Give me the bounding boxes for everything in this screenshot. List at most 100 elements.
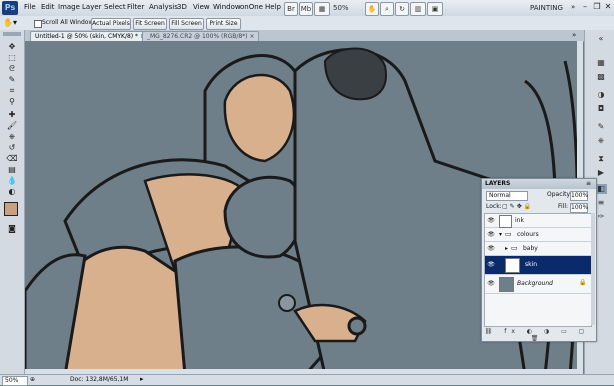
status-icon[interactable]: ⊕ [30,376,35,383]
quick-mask-icon[interactable]: ◙ [3,224,21,234]
marquee-tool-icon[interactable]: ⬚ [3,53,21,63]
menu-file[interactable]: File [24,3,36,11]
zoom-tool-icon[interactable]: ⌕ [380,2,394,16]
gradient-tool-icon[interactable]: ▤ [3,165,21,175]
menu-edit[interactable]: Edit [41,3,55,11]
tab-label: _MG_8276.CR2 @ 100% (RGB/8*) [147,33,248,40]
layer-list: 👁 ink 👁 ▾ ▭ colours 👁 ▸ ▭ baby 👁 skin 👁 … [484,213,592,327]
print-size-button[interactable]: Print Size [206,18,241,30]
view-extras-icon[interactable]: ▦ [314,2,330,16]
eyedropper-tool-icon[interactable]: ⚲ [3,97,21,107]
expand-arrow-icon[interactable]: ▾ [499,231,502,238]
menu-3d[interactable]: 3D [177,3,187,11]
restore-icon[interactable]: ❐ [592,2,602,12]
fit-screen-button[interactable]: Fit Screen [133,18,167,30]
bridge-icon[interactable]: Br [284,2,298,16]
menu-image[interactable]: Image [58,3,80,11]
eye-icon[interactable]: 👁 [487,261,495,268]
zoom-status-input[interactable]: 50% [2,376,28,386]
eye-icon[interactable]: 👁 [487,280,495,287]
fill-input[interactable]: 100% [570,203,588,213]
adjustments-panel-icon[interactable]: ◑ [595,90,607,100]
blur-tool-icon[interactable]: 💧 [3,176,21,186]
layer-row-ink[interactable]: 👁 ink [485,214,591,228]
layers-footer-icons[interactable]: ⛓ fx ◐ ◑ ▭ ▢ 🗑 [484,328,590,342]
layer-thumbnail [505,258,520,273]
layer-name: baby [523,245,538,252]
layer-row-background[interactable]: 👁 Background 🔒 [485,275,591,294]
foreground-color-swatch[interactable] [4,202,18,216]
toolbox-grip[interactable] [3,32,21,36]
clone-source-panel-icon[interactable]: ⎈ [595,136,607,146]
status-bar: 50% ⊕ Doc: 132,8M/65,1M ▸ [0,374,614,386]
hand-tool-icon[interactable]: ✋ [365,2,379,16]
opacity-label: Opacity: [547,191,572,198]
blend-mode-select[interactable]: Normal [486,191,528,201]
layer-name: colours [517,231,539,238]
dodge-tool-icon[interactable]: ◐ [3,187,21,197]
menu-analysis[interactable]: Analysis [149,3,178,11]
status-menu-arrow-icon[interactable]: ▸ [140,375,144,383]
workspace-switcher[interactable]: PAINTING [530,4,563,12]
menu-filter[interactable]: Filter [127,3,144,11]
brush-tool-icon[interactable]: 🖌 [3,121,21,131]
brushes-panel-icon[interactable]: ✎ [595,122,607,132]
hand-tool-preset-icon[interactable]: ✋▾ [3,18,23,28]
tab-close-icon[interactable]: × [249,33,254,40]
screen-mode-icon[interactable]: ▣ [427,2,443,16]
history-panel-icon[interactable]: ⧗ [595,154,607,164]
scroll-all-windows-checkbox[interactable] [34,20,42,28]
menu-layer[interactable]: Layer [82,3,102,11]
minimize-icon[interactable]: – [580,2,590,12]
actual-pixels-button[interactable]: Actual Pixels [91,18,131,30]
menu-select[interactable]: Select [104,3,126,11]
menu-window[interactable]: Window [213,3,241,11]
zoom-level-dropdown[interactable]: 50% [333,4,349,12]
menu-onone[interactable]: onOne [240,3,263,11]
tab-overflow-icon[interactable]: » [572,31,576,39]
eye-icon[interactable]: 👁 [487,245,495,252]
layer-row-skin[interactable]: 👁 skin [485,256,591,275]
lock-options-icon[interactable]: ▢✎✥🔒 [502,203,533,210]
tab-label: Untitled-1 @ 50% (skin, CMYK/8) * [35,33,139,40]
eraser-tool-icon[interactable]: ⌫ [3,154,21,164]
menu-help[interactable]: Help [265,3,281,11]
crop-tool-icon[interactable]: ⌗ [3,86,21,96]
color-panel-icon[interactable]: ▦ [595,58,607,68]
rotate-view-icon[interactable]: ↻ [395,2,409,16]
expand-panels-icon[interactable]: « [595,34,607,44]
lock-icon: 🔒 [579,279,587,286]
history-brush-tool-icon[interactable]: ↺ [3,143,21,153]
lock-label: Lock: [486,203,502,210]
workspace-arrow-icon[interactable]: » [571,3,575,11]
layer-thumbnail [499,277,514,292]
eye-icon[interactable]: 👁 [487,217,495,224]
move-tool-icon[interactable]: ✥ [3,42,21,52]
layer-name: skin [525,261,538,268]
actions-panel-icon[interactable]: ▶ [595,168,607,178]
quick-selection-tool-icon[interactable]: ✎ [3,75,21,85]
fill-screen-button[interactable]: Fill Screen [169,18,204,30]
healing-brush-tool-icon[interactable]: ✚ [3,110,21,120]
menu-view[interactable]: View [193,3,210,11]
expand-arrow-icon[interactable]: ▸ [505,245,508,252]
menu-bar: Ps File Edit Image Layer Select Filter A… [0,0,614,17]
layers-scrollbar[interactable] [591,213,595,325]
panel-menu-icon[interactable]: ≡ [586,180,591,187]
scroll-all-windows-label: Scroll All Windows [42,19,97,26]
layer-thumbnail [499,215,512,228]
minibridge-icon[interactable]: Mb [299,2,313,16]
arrange-documents-icon[interactable]: ▥ [410,2,426,16]
eye-icon[interactable]: 👁 [487,231,495,238]
clone-stamp-tool-icon[interactable]: ⎈ [3,132,21,142]
document-size-status[interactable]: Doc: 132,8M/65,1M [70,376,128,383]
layer-row-baby[interactable]: 👁 ▸ ▭ baby [485,242,591,256]
layers-panel-title[interactable]: LAYERS [482,179,596,189]
photoshop-logo-icon: Ps [2,1,18,15]
lasso-tool-icon[interactable]: ᘓ [3,64,21,74]
opacity-input[interactable]: 100% [570,191,588,201]
close-icon[interactable]: ✕ [603,2,613,12]
layer-row-colours[interactable]: 👁 ▾ ▭ colours [485,228,591,242]
swatches-panel-icon[interactable]: ▩ [595,72,607,82]
masks-panel-icon[interactable]: ◘ [595,104,607,114]
